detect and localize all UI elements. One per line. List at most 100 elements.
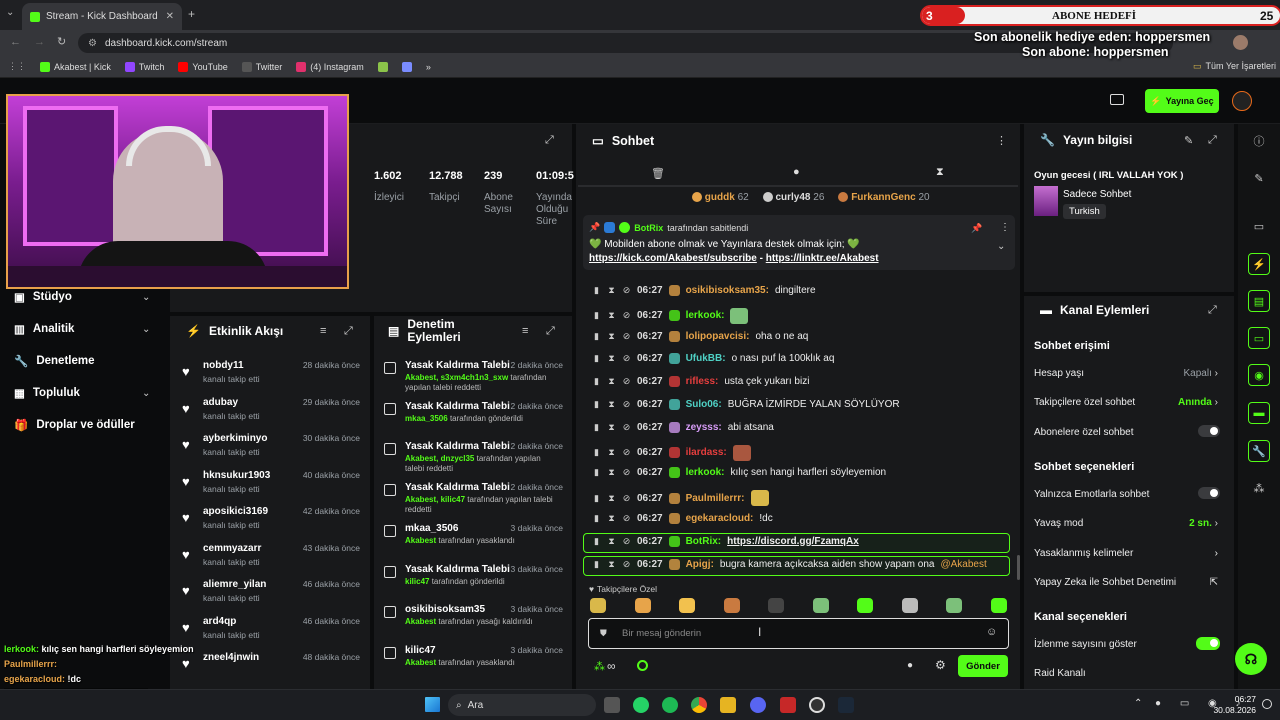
chat-icon[interactable]: ● [793,166,800,178]
banned-words-setting[interactable]: Yasaklanmış kelimeler › [1034,548,1224,559]
chat-username[interactable]: lerkook: [686,467,725,478]
unpin-icon[interactable]: 📌 [971,223,982,234]
chat-username[interactable]: egekaracloud: [686,513,754,524]
ban-icon[interactable]: ⊘ [622,285,631,296]
emote-icon[interactable] [901,598,918,613]
more-options-icon[interactable]: ⋮ [996,134,1007,147]
chat-username[interactable]: rifless: [686,376,719,387]
chat-message[interactable]: ▮ ⧗ ⊘ 06:27 lolipopavcisi: oha o ne aq [592,330,808,342]
notification-icon[interactable] [1262,699,1272,709]
chat-username[interactable]: lerkook: [686,310,725,321]
app-icon[interactable] [780,697,796,713]
emote-icon[interactable] [946,598,962,613]
filter-icon[interactable]: ≡ [320,325,326,337]
sidebar-item-studio[interactable]: ▣ Stüdyo [14,290,72,304]
chat-message[interactable]: ▮ ⧗ ⊘ 06:27 UfukBB: o nası puf la 100klık aq [592,353,834,365]
steam-icon[interactable] [838,697,854,713]
timeout-icon[interactable]: ⧗ [607,422,616,433]
chat-input-box[interactable]: ⛊ Bir mesaj gönderin I ☺ [588,618,1009,649]
raid-channel-setting[interactable]: Raid Kanalı [1034,668,1224,679]
bookmark-extra-2[interactable] [401,61,412,72]
clock[interactable]: 06:27 30.08.2026 [1210,694,1256,716]
ban-icon[interactable]: ⊘ [622,467,631,478]
slow-mode-setting[interactable]: Yavaş mod 2 sn. › [1034,518,1224,529]
timeout-icon[interactable]: ⧗ [607,513,616,524]
chevron-down-icon[interactable]: ⌄ [142,388,150,399]
emote-icon[interactable] [857,598,873,613]
trash-icon[interactable]: ▮ [592,376,601,387]
chat-message[interactable]: ▮ ⧗ ⊘ 06:27 osikibisoksam35: dingiltere [592,285,816,296]
user-avatar[interactable] [1232,91,1252,111]
ban-icon[interactable]: ⊘ [622,422,631,433]
ban-icon[interactable]: ⊘ [622,493,631,504]
timeout-icon[interactable]: ⧗ [607,447,616,458]
info-icon[interactable]: ⓘ [1248,130,1270,152]
profile-avatar[interactable] [1233,35,1248,50]
bolt-icon[interactable]: ⚡ [1248,253,1270,275]
emote-icon[interactable] [590,598,606,613]
extensions-icon[interactable]: ⁂ [1248,477,1270,499]
ban-icon[interactable]: ⊘ [622,447,631,458]
ban-icon[interactable]: ⊘ [622,310,631,321]
expand-icon[interactable]: ⤢ [1208,304,1217,317]
chat-message[interactable]: ▮ ⧗ ⊘ 06:27 Paulmillerrr: [592,490,769,507]
trash-icon[interactable]: ▮ [592,467,601,478]
gear-icon[interactable]: ⚙ [935,658,946,672]
emote-icon[interactable] [723,598,740,613]
chat-message[interactable]: ▮ ⧗ ⊘ 06:27 ilardass: [592,444,751,461]
send-button[interactable]: Gönder [958,655,1008,677]
kick-icon[interactable] [637,660,648,671]
chat-message[interactable]: ▮ ⧗ ⊘ 06:27 Sulo06: BUĞRA İZMİRDE YALAN SÖYLÜ… [592,399,900,410]
trash-icon[interactable]: ▮ [592,285,601,296]
sidebar-item-drops[interactable]: 🎁 Droplar ve ödüller [14,418,135,432]
timeout-icon[interactable]: ⧗ [607,559,616,570]
filter-icon[interactable]: ≡ [522,325,528,337]
forward-icon[interactable]: → [34,36,45,48]
trash-icon[interactable]: ▮ [592,536,601,547]
trash-icon[interactable]: 🗑 [651,167,665,180]
more-options-icon[interactable]: ⋮ [1000,222,1010,233]
ban-icon[interactable]: ⊘ [622,399,631,410]
gifter-1[interactable]: guddk 62 [692,192,749,203]
chat-message[interactable]: ▮ ⧗ ⊘ 06:27 Apigj: bugra kamera açıkcaksa aid… [592,558,987,570]
file-explorer-icon[interactable] [720,697,736,713]
chat-message[interactable]: ▮ ⧗ ⊘ 06:27 rifless: usta çek yukarı bizi [592,376,809,388]
trash-icon[interactable]: ▮ [592,310,601,321]
ban-icon[interactable]: ⊘ [622,331,631,342]
chrome-icon[interactable] [691,697,707,713]
ban-icon[interactable]: ⊘ [622,376,631,387]
bookmark-twitch[interactable]: Twitch [124,61,164,72]
chat-message[interactable]: ▮ ⧗ ⊘ 06:27 lerkook: kılıç sen hangi harfleri… [592,467,886,479]
task-view-icon[interactable] [604,697,620,713]
ban-icon[interactable]: ⊘ [622,513,631,524]
followers-only-setting[interactable]: Takipçilere özel sohbet Anında › [1034,397,1224,408]
show-viewers-toggle[interactable] [1196,637,1220,650]
trash-icon[interactable]: ▮ [592,513,601,524]
subs-only-toggle[interactable] [1198,425,1220,437]
emote-icon[interactable] [634,598,651,613]
ai-moderation-setting[interactable]: Yapay Zeka ile Sohbet Denetimi ⇱ [1034,577,1224,588]
chat-message[interactable]: ▮ ⧗ ⊘ 06:27 BotRix: https://discord.gg/FzamqA… [592,535,859,547]
cast-icon[interactable] [1110,94,1124,105]
mention[interactable]: @Akabest [940,559,986,570]
ban-icon[interactable]: ⊘ [622,353,631,364]
bookmark-instagram[interactable]: (4) Instagram [296,61,364,72]
hourglass-icon[interactable]: ⧗ [936,166,944,179]
site-info-icon[interactable]: ⚙ [88,38,97,49]
back-icon[interactable]: ← [10,36,21,48]
timeout-icon[interactable]: ⧗ [607,536,616,547]
trash-icon[interactable]: ▮ [592,353,601,364]
timeout-icon[interactable]: ⧗ [607,493,616,504]
timeout-icon[interactable]: ⧗ [607,376,616,387]
timeout-icon[interactable]: ⧗ [607,467,616,478]
discord-icon[interactable] [750,697,766,713]
subscribe-link[interactable]: https://kick.com/Akabest/subscribe [589,253,757,264]
chat-username[interactable]: Sulo06: [686,399,722,410]
trash-icon[interactable]: ▮ [592,399,601,410]
bookmark-akabest[interactable]: Akabest | Kick [40,61,111,72]
emote-icon[interactable] [768,598,784,613]
expand-icon[interactable]: ⤢ [546,325,555,338]
collapse-chevron-icon[interactable]: ⌄ [997,241,1005,252]
chat-scrollbar[interactable] [1017,555,1020,580]
edit-icon[interactable]: ✎ [1184,134,1193,147]
